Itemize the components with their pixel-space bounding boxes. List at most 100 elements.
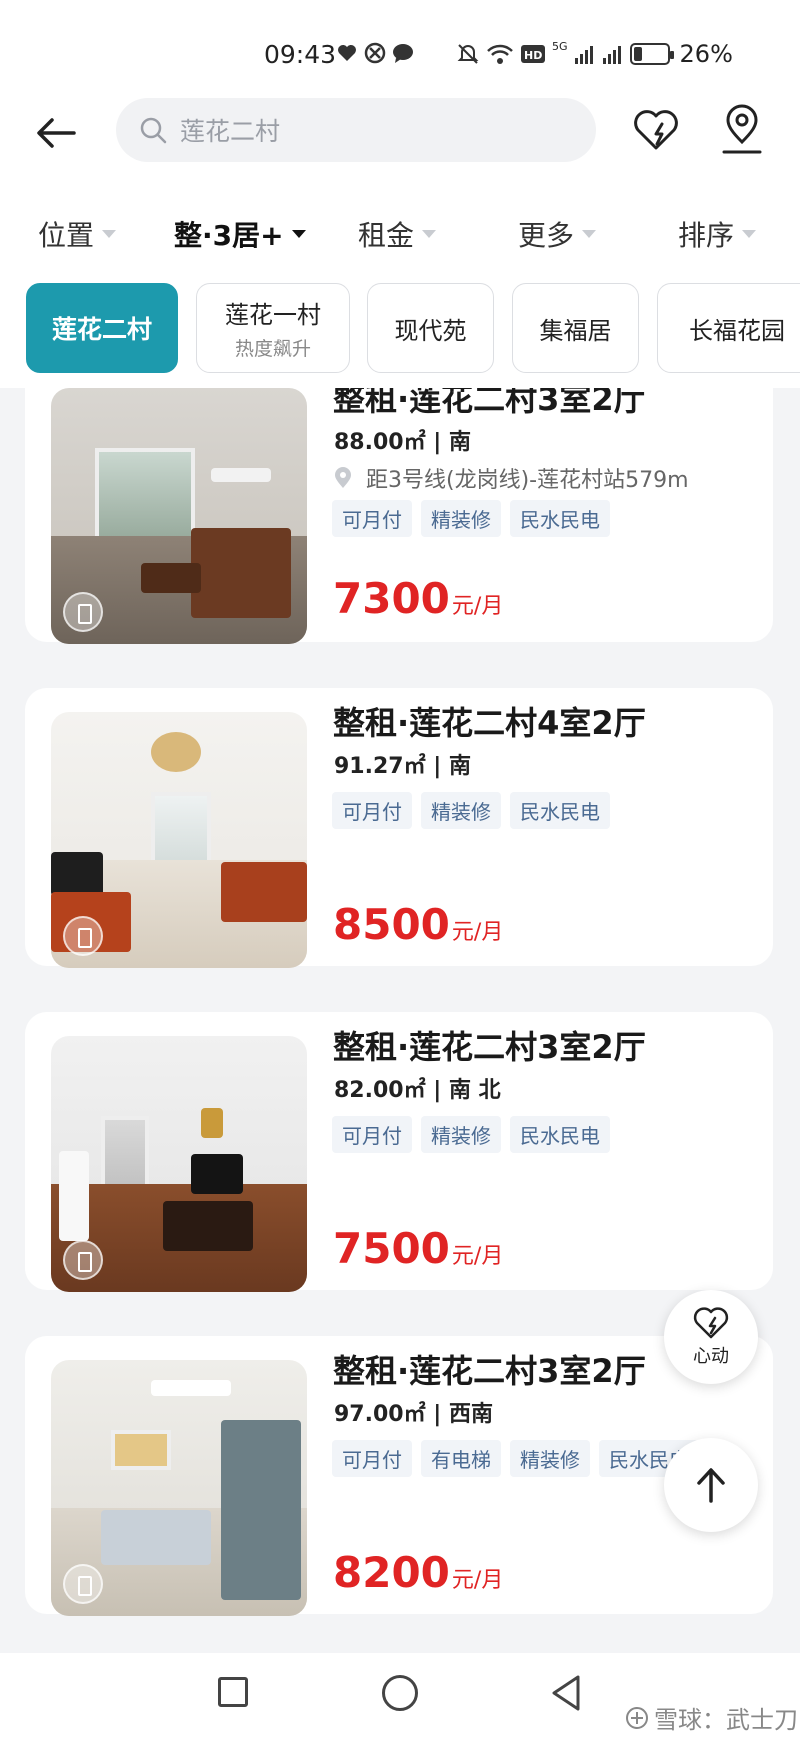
battery-percent: 26% <box>679 40 733 68</box>
listing-orientation: 南 <box>448 754 471 779</box>
filter-label: 排序 <box>678 219 735 252</box>
price-value: 7300 <box>333 574 450 623</box>
listing-card[interactable]: 整租·莲花二村3室2厅 82.00㎡ | 南 北 可月付 精装修 民水民电 75… <box>25 1012 773 1292</box>
heart-bolt-icon <box>693 1307 729 1339</box>
listing-subway: 距3号线(龙岗线)-莲花村站579m <box>334 462 689 494</box>
hd-icon: HD <box>521 45 545 63</box>
listing-price: 7500 元/月 <box>333 1224 503 1273</box>
recent-apps-icon[interactable] <box>218 1677 248 1707</box>
photo-picture <box>111 1430 171 1470</box>
chip-lianhua-ercun[interactable]: 莲花二村 <box>26 283 178 373</box>
tag: 精装修 <box>510 1440 590 1477</box>
tag: 民水民电 <box>510 500 610 537</box>
photo-table <box>141 563 201 593</box>
vr-tour-icon[interactable] <box>63 592 103 632</box>
photo-ac <box>59 1151 89 1241</box>
chip-label: 莲花一村 <box>225 301 321 329</box>
listing-photo[interactable] <box>51 388 307 644</box>
photo-ac <box>211 468 271 482</box>
tag: 可月付 <box>332 1440 412 1477</box>
caret-down-icon <box>291 230 306 238</box>
price-unit: 元/月 <box>451 1244 504 1269</box>
listing-tags: 可月付 精装修 民水民电 <box>332 500 610 537</box>
listing-card[interactable]: 整租·莲花二村4室2厅 91.27㎡ | 南 可月付 精装修 民水民电 8500… <box>25 688 773 968</box>
search-input[interactable]: 莲花二村 <box>116 98 596 162</box>
listing-card[interactable]: 整租·莲花二村3室2厅 88.00㎡ | 南 距3号线(龙岗线)-莲花村站579… <box>25 388 773 644</box>
mute-icon <box>457 44 479 64</box>
floating-heart-button[interactable]: 心动 <box>664 1290 758 1384</box>
listing-title: 整租·莲花二村3室2厅 <box>333 388 646 418</box>
tag: 民水民电 <box>510 792 610 829</box>
svg-text:HD: HD <box>524 49 542 62</box>
chip-label: 莲花二村 <box>51 315 152 344</box>
signal-icon-2 <box>602 46 621 64</box>
back-arrow-icon[interactable] <box>30 106 84 160</box>
photo-tv <box>51 852 103 896</box>
system-icons: HD 5G 26% <box>456 40 733 68</box>
status-time: 09:43 <box>264 40 337 69</box>
caret-down-icon <box>422 230 437 238</box>
vr-tour-icon[interactable] <box>63 1564 103 1604</box>
search-header: 莲花二村 <box>0 88 800 188</box>
photo-tv <box>191 1154 243 1194</box>
listing-card[interactable]: 整租·莲花二村3室2厅 97.00㎡ | 西南 可月付 有电梯 精装修 民水民电… <box>25 1336 773 1616</box>
back-triangle-icon[interactable] <box>548 1673 584 1713</box>
photo-chandelier <box>151 732 201 772</box>
listing-photo[interactable] <box>51 1036 307 1292</box>
price-unit: 元/月 <box>451 594 504 619</box>
chip-changfu-huayuan[interactable]: 长福花园 <box>657 283 800 373</box>
listing-orientation: 西南 <box>448 1402 493 1427</box>
caret-down-icon <box>102 230 117 238</box>
wifi-icon <box>487 44 513 64</box>
listing-meta: 97.00㎡ | 西南 <box>334 1402 493 1427</box>
listing-title: 整租·莲花二村3室2厅 <box>333 1028 646 1066</box>
chip-xiandaiyuan[interactable]: 现代苑 <box>367 283 494 373</box>
caret-down-icon <box>582 230 597 238</box>
watermark-text: 雪球：武士刀 <box>654 1706 798 1734</box>
tag: 可月付 <box>332 500 412 537</box>
chip-label: 现代苑 <box>394 316 467 345</box>
listing-photo[interactable] <box>51 712 307 968</box>
back-to-top-button[interactable] <box>664 1438 758 1532</box>
chip-lianhua-yicun[interactable]: 莲花一村 热度飙升 <box>196 283 350 373</box>
community-chips: 莲花二村 莲花一村 热度飙升 现代苑 集福居 长福花园 <box>0 278 800 388</box>
message-notification-icon <box>393 44 413 63</box>
filter-layout[interactable]: 整·3居+ <box>174 214 306 254</box>
home-icon[interactable] <box>382 1675 418 1711</box>
listing-tags: 可月付 有电梯 精装修 民水民电 <box>332 1440 699 1477</box>
listing-title: 整租·莲花二村4室2厅 <box>333 704 646 742</box>
search-icon <box>140 117 167 144</box>
price-unit: 元/月 <box>451 920 504 945</box>
photo-sofa <box>191 528 291 618</box>
favorite-heart-icon[interactable] <box>630 104 682 156</box>
filter-sort[interactable]: 排序 <box>678 214 757 254</box>
network-type: 5G <box>552 40 568 53</box>
chip-label: 长福花园 <box>689 316 785 345</box>
vr-tour-icon[interactable] <box>63 1240 103 1280</box>
price-unit: 元/月 <box>451 1568 504 1593</box>
price-value: 8500 <box>333 900 450 949</box>
photo-ceiling-light <box>151 1380 231 1396</box>
filter-more[interactable]: 更多 <box>518 214 597 254</box>
chip-jifuju[interactable]: 集福居 <box>512 283 639 373</box>
listing-price: 8500 元/月 <box>333 900 503 949</box>
price-value: 8200 <box>333 1548 450 1597</box>
subway-distance: 距3号线(龙岗线)-莲花村站579m <box>366 468 689 493</box>
tag: 精装修 <box>421 1116 501 1153</box>
filter-label: 位置 <box>38 219 95 252</box>
tag: 可月付 <box>332 1116 412 1153</box>
filter-label: 租金 <box>358 219 415 252</box>
listing-area: 97.00㎡ <box>334 1402 426 1427</box>
listing-photo[interactable] <box>51 1360 307 1616</box>
battery-icon <box>629 43 674 65</box>
filter-rent[interactable]: 租金 <box>358 214 437 254</box>
tag: 民水民电 <box>510 1116 610 1153</box>
listing-area: 91.27㎡ <box>334 754 426 779</box>
vr-tour-icon[interactable] <box>63 916 103 956</box>
filter-location[interactable]: 位置 <box>38 214 117 254</box>
tag: 精装修 <box>421 792 501 829</box>
search-placeholder: 莲花二村 <box>180 117 281 146</box>
heart-button-label: 心动 <box>693 1346 729 1367</box>
map-location-icon[interactable] <box>716 102 768 158</box>
xueqiu-logo-icon <box>626 1706 648 1729</box>
